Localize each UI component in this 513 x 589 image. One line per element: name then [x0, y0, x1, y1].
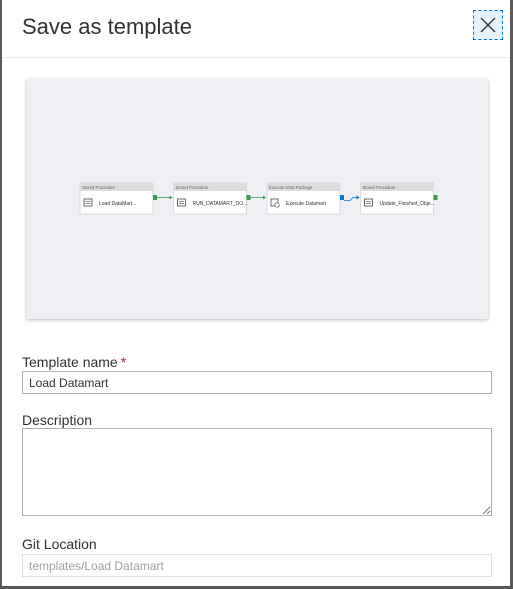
connector-arrow — [169, 195, 173, 200]
required-marker: * — [120, 354, 127, 370]
activity-type-label: Stored Procedure — [176, 185, 209, 190]
activity-node[interactable]: Stored Procedure Update_Finished_Obje... — [360, 182, 438, 215]
panel-title: Save as template — [22, 14, 192, 39]
activity-name-label: Execute Datamart — [286, 201, 327, 207]
activity-status-handle — [153, 195, 157, 200]
connector-line — [344, 197, 357, 201]
activity-type-label: Execute SSIS Package — [269, 185, 313, 190]
close-button[interactable] — [473, 10, 503, 40]
pipeline-preview: Stored Procedure Load DataMart... Stored P… — [27, 79, 488, 319]
save-as-template-panel: Save as template Stored Procedure Load Da… — [2, 0, 510, 586]
description-label: Description — [22, 412, 93, 428]
git-location-input — [22, 554, 492, 577]
activity-name-label: Update_Finished_Obje... — [380, 201, 435, 207]
close-icon — [480, 17, 496, 33]
connector-arrow — [263, 195, 266, 200]
activity-node[interactable]: Stored Procedure Load DataMart... — [79, 182, 157, 215]
activity-status-handle — [433, 195, 438, 200]
template-name-label: Template name * — [22, 354, 126, 370]
description-textarea[interactable] — [22, 428, 492, 516]
git-location-label: Git Location — [22, 536, 97, 552]
panel-header: Save as template — [2, 0, 510, 58]
activity-name-label: Load DataMart... — [99, 201, 136, 207]
activity-name-label: RUN_DATAMART_DO... — [193, 201, 248, 207]
connector-arrow — [356, 195, 360, 200]
activity-status-handle — [246, 195, 251, 200]
activity-type-label: Stored Procedure — [363, 185, 396, 190]
template-name-input[interactable] — [22, 371, 492, 394]
template-name-label-text: Template name — [22, 354, 118, 370]
pipeline-canvas: Stored ProcedureLoad DataMart...Stored P… — [79, 182, 438, 215]
activity-node[interactable]: Stored Procedure RUN_DATAMART_DO... — [173, 182, 251, 215]
activity-type-label: Stored Procedure — [82, 185, 115, 190]
activity-status-handle — [340, 195, 344, 200]
activity-node[interactable]: Execute SSIS Package Execute Datamart — [266, 182, 344, 215]
